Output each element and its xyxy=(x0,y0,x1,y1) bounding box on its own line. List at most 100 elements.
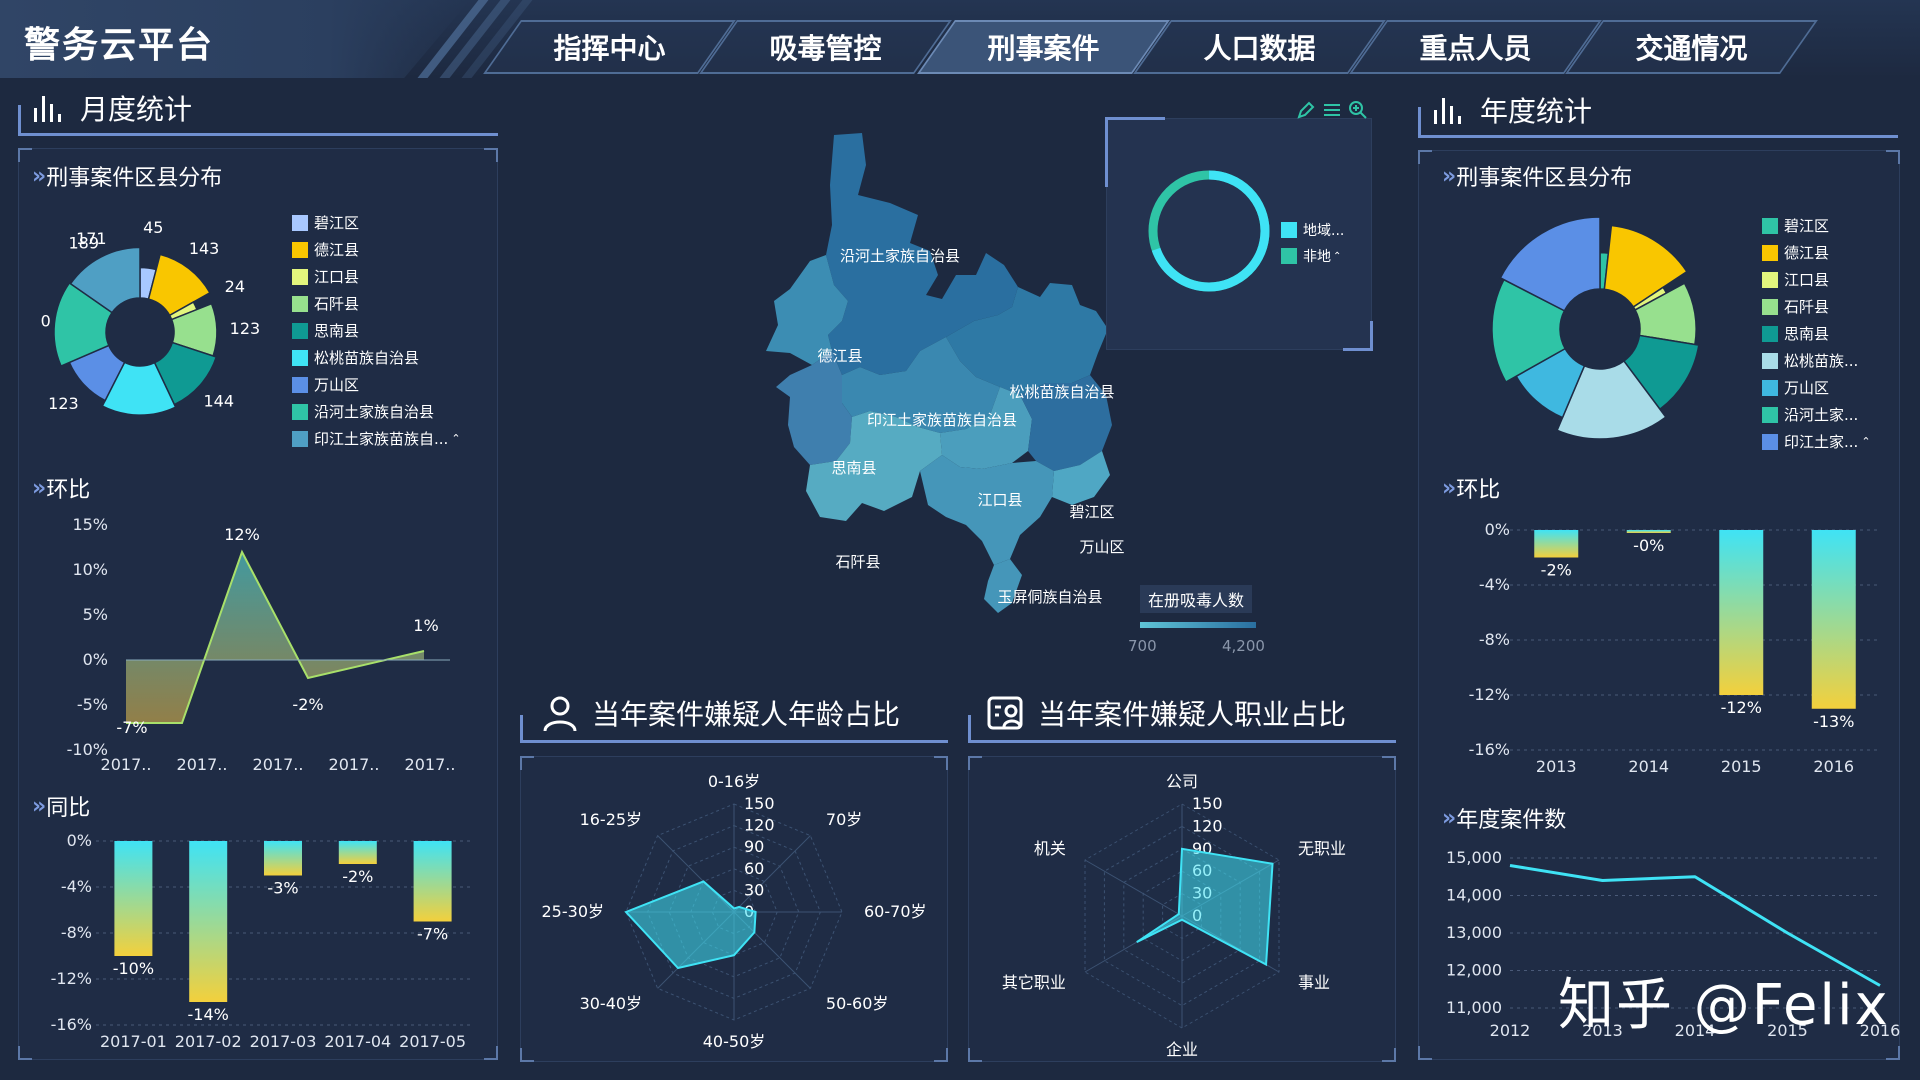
map-legend-title: 在册吸毒人数 xyxy=(1140,585,1253,613)
radar-tick-label: 30 xyxy=(744,880,764,899)
y-tick-label: 12,000 xyxy=(1446,961,1502,980)
zoom-in-icon[interactable] xyxy=(1348,100,1368,120)
legend-item[interactable]: 沿河土家... xyxy=(1762,401,1902,428)
chevron-right-icon: » xyxy=(1442,475,1456,501)
legend-item[interactable]: 松桃苗族自治县 xyxy=(292,344,492,371)
data-label: -3% xyxy=(267,879,298,898)
radar-tick-label: 150 xyxy=(744,794,775,813)
legend-item[interactable]: 思南县 xyxy=(1762,320,1902,347)
data-label: -12% xyxy=(1721,698,1762,717)
legend-item[interactable]: 江口县 xyxy=(292,263,492,290)
radar-indicator-label: 企业 xyxy=(1166,1040,1198,1059)
pie-value-label: 45 xyxy=(143,220,163,237)
legend-item[interactable]: 万山区 xyxy=(292,371,492,398)
nav-tab-label: 指挥中心 xyxy=(553,32,666,65)
section-underline xyxy=(520,740,948,743)
yearly-hb-subtitle: » 环比 xyxy=(1442,472,1500,504)
legend-item[interactable]: 德江县 xyxy=(292,236,492,263)
nav-tab[interactable]: 指挥中心 xyxy=(502,20,717,74)
bar xyxy=(1626,530,1671,533)
legend-label: 碧江区 xyxy=(1784,217,1830,235)
pie-value-label: 123 xyxy=(230,319,261,338)
nav-tab[interactable]: 吸毒管控 xyxy=(718,20,933,74)
legend-item[interactable]: 沿河土家族自治县 xyxy=(292,398,492,425)
map-region-label: 思南县 xyxy=(831,459,876,477)
radar-indicator-label: 事业 xyxy=(1298,973,1330,992)
legend-item[interactable]: 思南县 xyxy=(292,317,492,344)
corner-decor xyxy=(484,1046,498,1060)
x-tick-label: 2013 xyxy=(1536,757,1577,776)
legend-pager-icon[interactable]: ⌃ xyxy=(1861,435,1870,448)
legend-item[interactable]: 碧江区 xyxy=(292,209,492,236)
legend-item[interactable]: 德江县 xyxy=(1762,239,1902,266)
pie-value-label: 123 xyxy=(48,394,79,413)
list-icon[interactable] xyxy=(1322,100,1342,120)
legend-swatch xyxy=(292,430,308,447)
edit-icon[interactable] xyxy=(1296,100,1316,120)
y-tick-label: 0% xyxy=(83,650,108,669)
y-tick-label: 11,000 xyxy=(1446,998,1502,1017)
data-label: -14% xyxy=(188,1005,229,1024)
legend-swatch xyxy=(1762,325,1778,342)
nav-tab[interactable]: 刑事案件 xyxy=(936,20,1151,74)
legend-swatch xyxy=(292,295,308,312)
radar-axis xyxy=(1084,859,1183,917)
nav-tab-label: 吸毒管控 xyxy=(769,32,882,65)
y-tick-label: 5% xyxy=(83,605,108,624)
bar xyxy=(1534,530,1579,558)
donut-legend-item[interactable]: 非地 ⌃ xyxy=(1281,243,1344,269)
legend-label: 万山区 xyxy=(314,376,360,394)
map-region-yuping[interactable] xyxy=(920,455,1054,565)
data-label: -10% xyxy=(113,959,154,978)
y-tick-label: 13,000 xyxy=(1446,923,1502,942)
area-fill xyxy=(126,552,424,723)
chevron-right-icon: » xyxy=(32,793,46,819)
map-region-label: 德江县 xyxy=(817,347,862,365)
legend-item[interactable]: 石阡县 xyxy=(1762,293,1902,320)
legend-item[interactable]: 石阡县 xyxy=(292,290,492,317)
legend-label: 德江县 xyxy=(1784,244,1830,262)
nav-tab[interactable]: 重点人员 xyxy=(1368,20,1583,74)
legend-item[interactable]: 万山区 xyxy=(1762,374,1902,401)
radar-tick-label: 120 xyxy=(1192,816,1223,835)
nav-tab[interactable]: 人口数据 xyxy=(1152,20,1367,74)
radar-tick-label: 90 xyxy=(744,837,764,856)
legend-pager-icon[interactable]: ⌃ xyxy=(451,432,460,445)
legend-item[interactable]: 松桃苗族... xyxy=(1762,347,1902,374)
legend-item[interactable]: 江口县 xyxy=(1762,266,1902,293)
legend-pager-icon[interactable]: ⌃ xyxy=(1333,251,1341,262)
map-region-label: 万山区 xyxy=(1079,538,1124,556)
section-underline xyxy=(520,715,523,743)
map-region-label: 沿河土家族自治县 xyxy=(840,247,960,265)
x-tick-label: 2012 xyxy=(1490,1021,1531,1040)
legend-item[interactable]: 碧江区 xyxy=(1762,212,1902,239)
id-card-icon xyxy=(987,696,1023,730)
monthly-district-subtitle: » 刑事案件区县分布 xyxy=(32,160,222,192)
monthly-tb-chart: 0% -4% -8% -12% -16% -10% 2017-01 -14% 2017-02 -3… xyxy=(51,831,470,1051)
data-label: -13% xyxy=(1813,712,1854,731)
radar-tick-label: 150 xyxy=(1192,794,1223,813)
legend-label: 地域... xyxy=(1303,223,1345,239)
x-tick-label: 2017.. xyxy=(101,755,152,774)
pie-value-label: 189 xyxy=(68,233,99,252)
subtitle-text: 年度案件数 xyxy=(1456,808,1567,833)
yearly-title-text: 年度统计 xyxy=(1480,95,1593,128)
map-legend-bar[interactable] xyxy=(1140,622,1256,628)
legend-label: 沿河土家族自治县 xyxy=(314,403,435,421)
x-tick-label: 2017-01 xyxy=(100,1032,167,1051)
donut-legend-item[interactable]: 地域... xyxy=(1281,217,1344,243)
chevron-right-icon: » xyxy=(32,475,46,501)
legend-label: 思南县 xyxy=(314,322,360,340)
monthly-title-text: 月度统计 xyxy=(80,93,193,126)
section-underline xyxy=(18,105,21,135)
legend-swatch xyxy=(292,268,308,285)
section-underline xyxy=(1418,135,1898,138)
chevron-right-icon: » xyxy=(32,163,46,189)
y-tick-label: 0% xyxy=(67,831,92,850)
legend-item[interactable]: 印江土家... ⌃ xyxy=(1762,428,1902,455)
legend-item[interactable]: 印江土家族苗族自... ⌃ xyxy=(292,425,492,452)
nav-tab[interactable]: 交通情况 xyxy=(1584,20,1799,74)
x-tick-label: 2017-05 xyxy=(399,1032,466,1051)
nav-tab-label: 刑事案件 xyxy=(987,32,1100,65)
monthly-district-pie: 4514324123144162123180171189 xyxy=(40,220,261,416)
